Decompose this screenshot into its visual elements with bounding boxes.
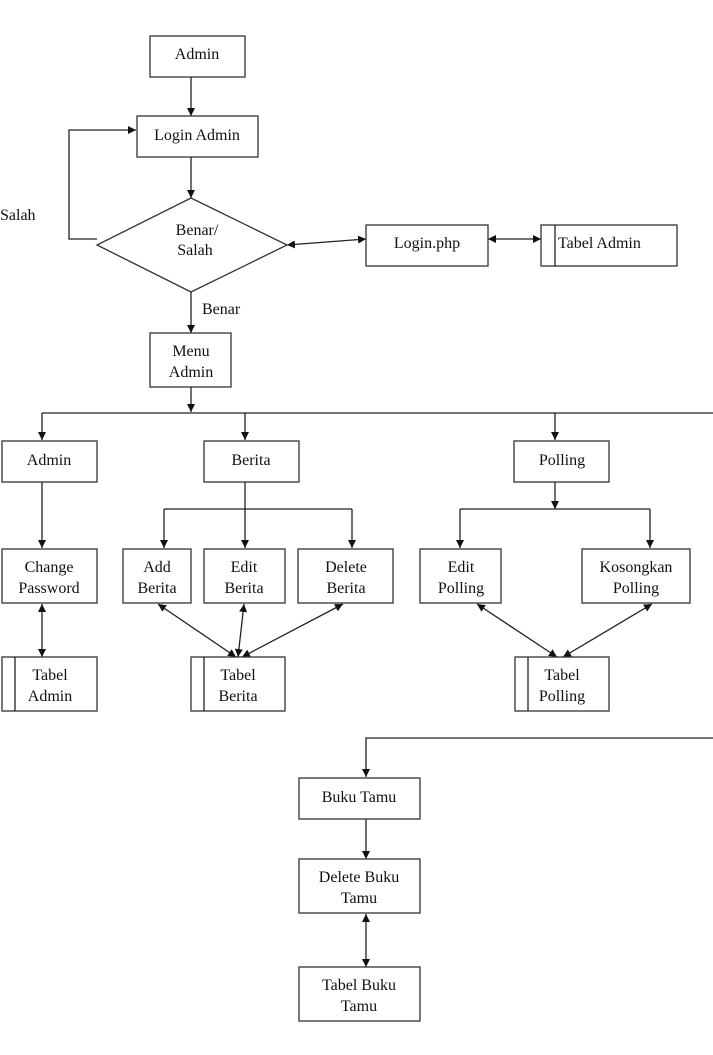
node-menu-admin: Menu Admin [149,332,232,388]
node-label: Polling [613,580,659,597]
edge-decision-loginphp [286,235,367,249]
node-label: Berita [137,580,176,597]
node-label: Tabel Admin [558,235,641,252]
node-change-password: Change Password [1,548,98,604]
node-add-berita: Add Berita [122,548,192,604]
node-buku-tamu: Buku Tamu [298,777,421,820]
edge-editberita-tabel [234,603,248,658]
node-label: Tabel [32,667,68,684]
connectors [38,77,713,967]
node-label: Berita [224,580,263,597]
node-tabel-admin-top: Tabel Admin [540,224,678,267]
label-salah: Salah [0,207,36,224]
node-label: Berita [326,580,365,597]
node-edit-berita: Edit Berita [203,548,286,604]
node-label: Tamu [341,890,377,907]
node-login-admin: Login Admin [136,115,259,158]
node-delete-berita: Delete Berita [297,548,394,604]
edge-to-bukutamu [362,737,713,777]
node-label: Edit [231,559,258,576]
node-label: Login Admin [154,127,240,144]
node-label: Buku Tamu [322,789,397,806]
flowchart: Salah Benar Admin Login Admin Benar/ Sal… [0,35,713,1022]
node-tabel-berita: Tabel Berita [190,656,286,712]
node-label: Menu [172,343,209,360]
node-tabel-admin: Tabel Admin [1,656,98,712]
node-decision: Benar/ Salah [95,197,289,293]
node-kosongkan-polling: Kosongkan Polling [581,548,691,604]
node-berita: Berita [203,440,300,483]
node-label: Polling [438,580,484,597]
node-admin-menu: Admin [1,440,98,483]
node-label: Salah [177,242,213,259]
node-label: Password [18,580,79,597]
node-login-php: Login.php [365,224,489,267]
node-edit-polling: Edit Polling [419,548,502,604]
node-label: Change [25,559,74,576]
node-label: Tabel [220,667,256,684]
node-label: Tabel [544,667,580,684]
node-label: Delete [325,559,367,576]
node-label: Benar/ [176,222,219,239]
node-label: Add [143,559,171,576]
edge-addberita-tabel [157,603,237,658]
node-label: Admin [27,452,71,469]
label-benar: Benar [202,301,241,318]
edge-deleteberita-tabel [241,603,344,658]
node-label: Admin [28,688,72,705]
node-label: Polling [539,452,585,469]
node-label: Admin [175,46,219,63]
node-label: Berita [218,688,257,705]
node-label: Polling [539,688,585,705]
node-label: Kosongkan [600,559,673,576]
node-admin-start: Admin [149,35,246,78]
node-label: Tabel Buku [322,977,396,994]
node-label: Tamu [341,998,377,1015]
node-label: Berita [231,452,270,469]
node-label: Delete Buku [319,869,399,886]
node-tabel-polling: Tabel Polling [514,656,610,712]
node-tabel-buku-tamu: Tabel Buku Tamu [298,966,421,1022]
edge-kosongkan-tabel [562,603,653,658]
node-polling: Polling [513,440,610,483]
node-delete-buku-tamu: Delete Buku Tamu [298,858,421,914]
node-label: Admin [169,364,213,381]
node-label: Login.php [394,235,460,252]
edge-editpolling-tabel [476,603,558,658]
node-label: Edit [448,559,475,576]
edge-salah-loop [68,126,136,240]
